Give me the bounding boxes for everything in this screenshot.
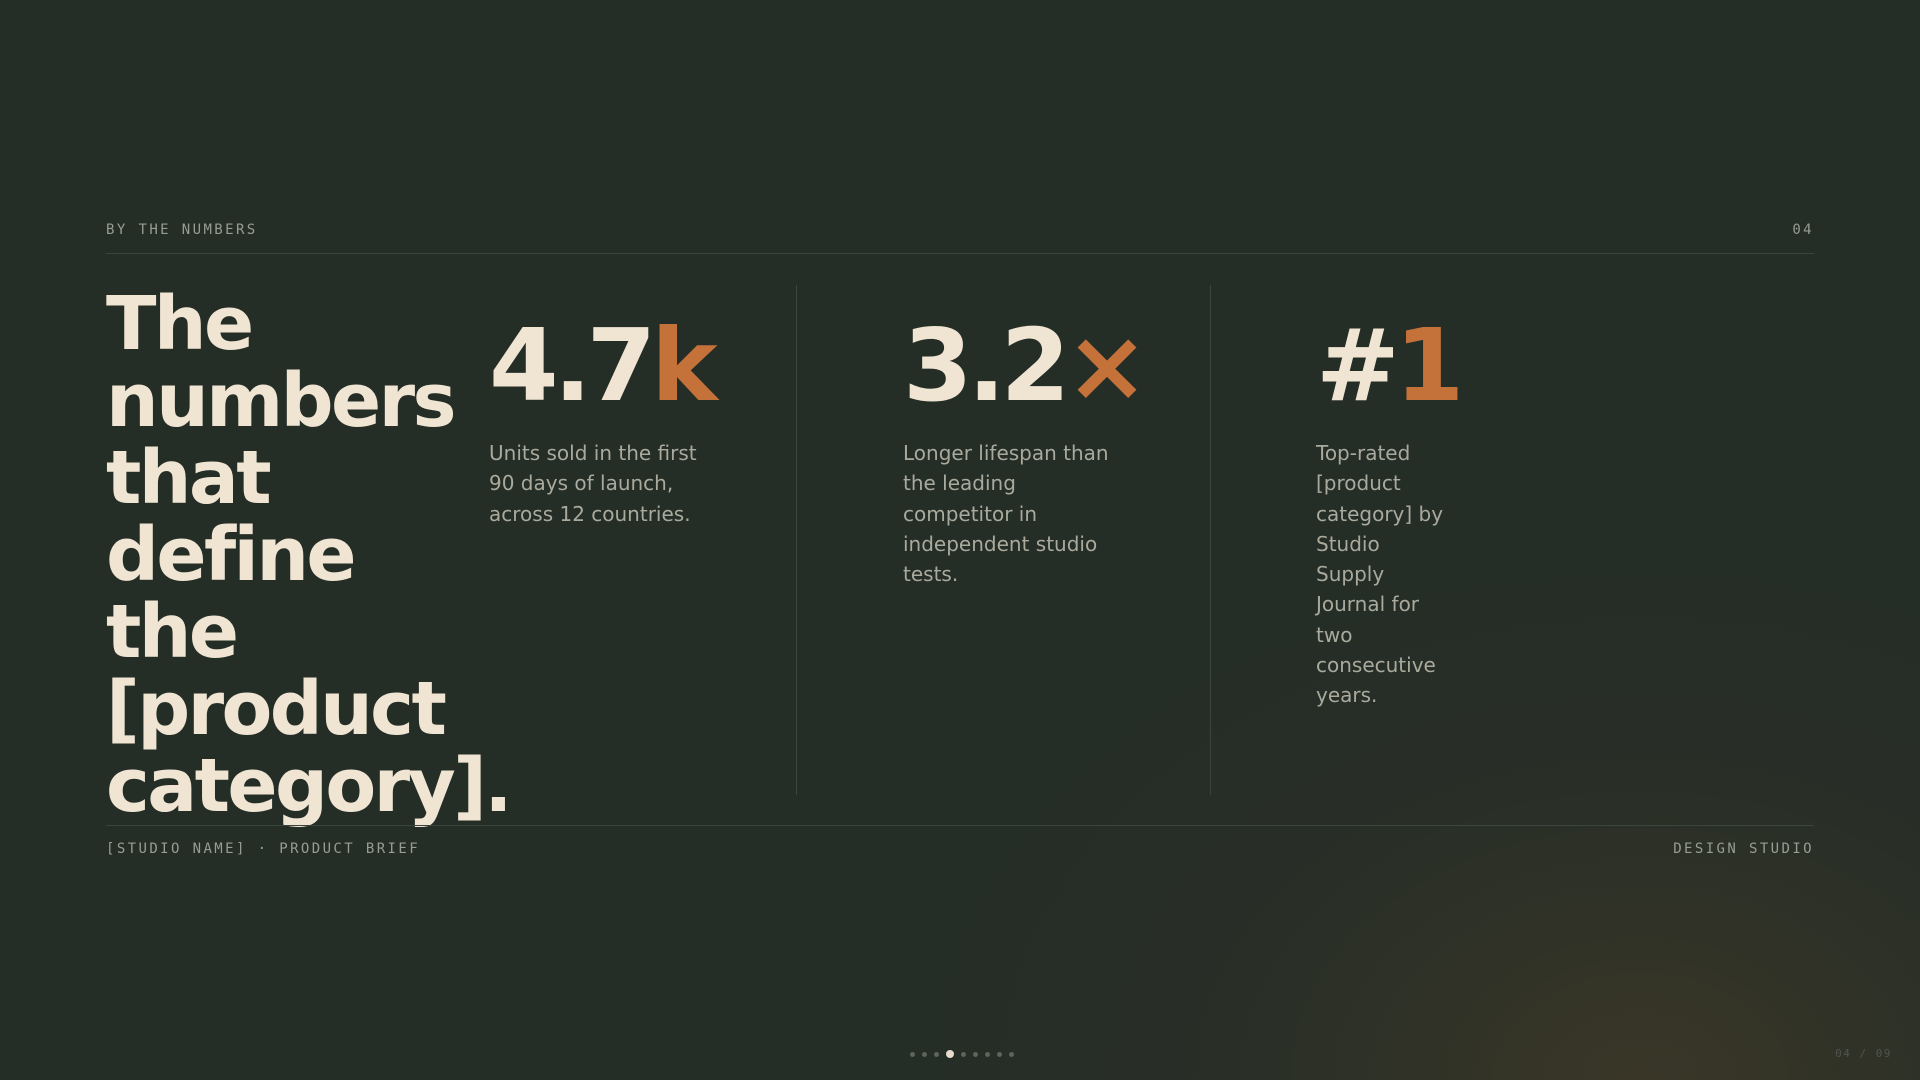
- column-divider: [1210, 285, 1211, 795]
- stat-description: Longer lifespan than the leading competi…: [903, 441, 1109, 587]
- slide-footer: [STUDIO NAME] · PRODUCT BRIEF DESIGN STU…: [106, 841, 1814, 857]
- stat-value: 3.2×: [903, 316, 1149, 416]
- pagination-dot-active[interactable]: [946, 1050, 954, 1058]
- slide-pagination: [910, 1050, 1014, 1058]
- stat-number: 3.2: [903, 307, 1070, 424]
- pagination-dot[interactable]: [961, 1051, 966, 1057]
- pagination-dot[interactable]: [985, 1051, 990, 1057]
- slide-header: BY THE NUMBERS 04: [106, 222, 1814, 238]
- stat-value: #1: [1316, 316, 1464, 416]
- footer-brand-label: [STUDIO NAME] · PRODUCT BRIEF: [106, 841, 421, 857]
- slide-number: 04: [1792, 222, 1814, 238]
- stat-ranking: #1 Top-rated [product category] by Studi…: [1316, 316, 1464, 711]
- pagination-dot[interactable]: [922, 1051, 927, 1057]
- header-divider: [106, 253, 1814, 254]
- stat-units-sold: 4.7k Units sold in the first 90 days of …: [489, 316, 719, 529]
- stat-description: Units sold in the first 90 days of launc…: [489, 441, 697, 526]
- stat-number: 4.7: [489, 307, 656, 424]
- pagination-dot[interactable]: [1009, 1051, 1014, 1057]
- footer-divider: [106, 825, 1814, 826]
- footer-studio-label: DESIGN STUDIO: [1673, 841, 1814, 857]
- page-counter: 04 / 09: [1835, 1047, 1892, 1060]
- stat-accent: k: [651, 307, 717, 424]
- page-title: The numbers that define the [product cat…: [106, 281, 512, 829]
- pagination-dot[interactable]: [973, 1051, 978, 1057]
- stat-description: Top-rated [product category] by Studio S…: [1316, 441, 1444, 708]
- section-label: BY THE NUMBERS: [106, 222, 258, 238]
- pagination-dot[interactable]: [997, 1051, 1002, 1057]
- stat-lifespan: 3.2× Longer lifespan than the leading co…: [903, 316, 1149, 589]
- pagination-dot[interactable]: [910, 1051, 915, 1057]
- stat-accent: ×: [1065, 307, 1149, 424]
- stat-value: 4.7k: [489, 316, 719, 416]
- stat-number: #: [1316, 307, 1400, 424]
- column-divider: [796, 285, 797, 795]
- pagination-dot[interactable]: [934, 1051, 939, 1057]
- stat-accent: 1: [1394, 307, 1465, 424]
